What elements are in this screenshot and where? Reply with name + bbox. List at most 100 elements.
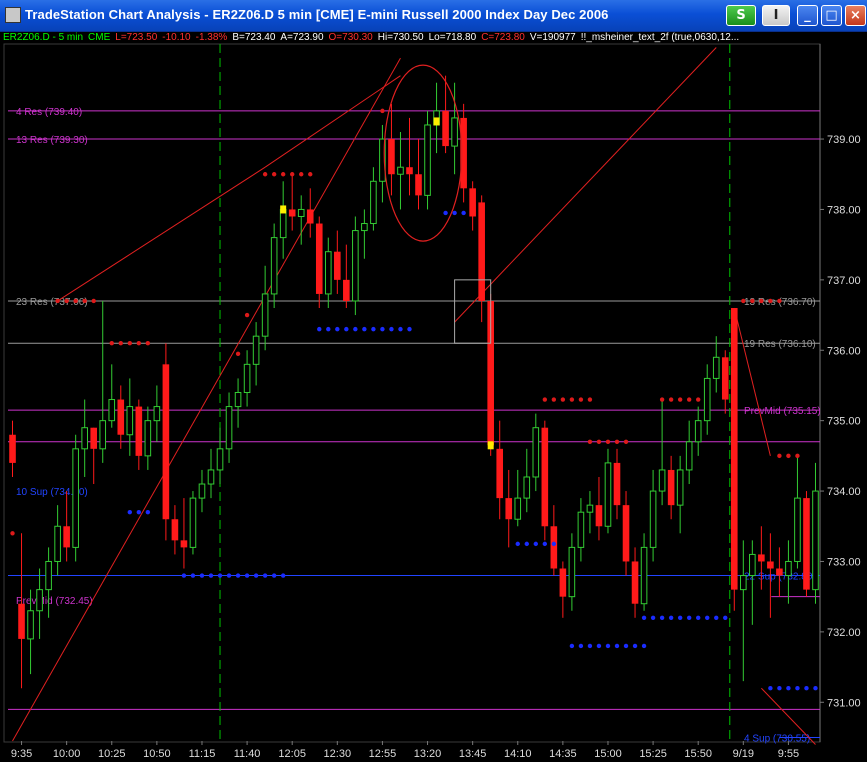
candle-body [361, 223, 368, 232]
candle-body [243, 363, 251, 393]
menu-dropdown-button[interactable]: I [762, 5, 790, 26]
time-tick-label: 13:20 [414, 748, 442, 760]
time-tick-label: 10:25 [98, 748, 126, 760]
resistance-dot [786, 453, 791, 459]
plot-frame [3, 43, 821, 743]
support-dot [280, 573, 286, 578]
support-dot [344, 326, 349, 332]
time-tick-label: 15:00 [594, 748, 622, 760]
candle-body [63, 526, 70, 548]
support-dot [145, 509, 151, 515]
support-dot [217, 573, 223, 578]
support-dot [641, 615, 647, 620]
candle-body [767, 561, 774, 569]
chart-area[interactable]: 4 Res (739.40) 13 Res (739.30) 23 Res (737… [0, 31, 867, 762]
support-dot [632, 643, 638, 649]
candle-body [279, 208, 287, 239]
resistance-dot [64, 298, 69, 304]
resistance-dot [795, 453, 800, 459]
close-button[interactable]: × [845, 5, 866, 26]
ellipse-annotation [383, 64, 463, 242]
candle-body [207, 469, 215, 485]
app-icon[interactable] [5, 7, 21, 23]
candle-body [9, 434, 16, 463]
resistance-dot [127, 341, 132, 346]
time-tick-label: 12:55 [369, 748, 397, 760]
resistance-dot [605, 439, 611, 444]
support-dot [317, 326, 322, 332]
support-dot [542, 541, 548, 547]
candle-body [153, 406, 161, 422]
resistance-dot [73, 298, 78, 304]
time-tick-label: 9:55 [778, 748, 799, 760]
resistance-dot [91, 298, 96, 304]
minimize-button[interactable]: _ [797, 5, 818, 26]
candle-body [559, 568, 567, 597]
resistance-dot [55, 298, 60, 304]
candle-body [261, 293, 269, 337]
support-dot [380, 326, 385, 332]
resistance-dot [299, 172, 304, 177]
price-tick-label: 738.00 [827, 204, 861, 216]
candle-body [324, 251, 332, 295]
support-dot [371, 326, 376, 332]
support-dot [804, 685, 809, 691]
candle-body [469, 188, 476, 217]
status-field: -10.10 [162, 32, 191, 43]
status-field: A=723.90 [280, 32, 324, 43]
candle-body [586, 504, 594, 513]
candle-body [505, 498, 513, 520]
status-field: Lo=718.80 [428, 32, 477, 43]
candle-body [712, 356, 720, 379]
candle-body [721, 357, 729, 400]
candle-body [730, 308, 738, 590]
resistance-dot [244, 312, 250, 318]
price-tick-label: 735.00 [827, 416, 861, 428]
title-bar[interactable]: TradeStation Chart Analysis - ER2Z06.D 5… [0, 0, 867, 32]
candle-body [685, 441, 693, 471]
support-dot [641, 643, 647, 649]
status-field: ER2Z06.D - 5 min [3, 32, 84, 43]
candle-body [90, 427, 98, 449]
resistance-dot [235, 351, 241, 356]
level-label: PrevMid (732.45) [16, 596, 93, 607]
time-tick-label: 12:30 [324, 748, 352, 760]
support-dot [677, 615, 683, 620]
price-chart[interactable]: 4 Res (739.40)13 Res (739.30)23 Res (737… [0, 31, 867, 762]
trendline [57, 166, 266, 302]
candle-body [406, 167, 413, 175]
candle-body [388, 139, 395, 175]
resistance-dot [578, 397, 584, 402]
resistance-dot [677, 397, 683, 402]
candle-body [640, 546, 648, 605]
support-dot [551, 541, 557, 547]
candle-body [198, 483, 206, 499]
candle-body [568, 546, 576, 598]
support-dot [335, 326, 340, 332]
s-button[interactable]: S [726, 5, 756, 26]
support-dot [587, 643, 593, 649]
candle-body [225, 406, 233, 450]
trendline [454, 47, 717, 323]
support-dot [686, 615, 692, 620]
level-label: 4 Res (739.40) [16, 107, 82, 118]
support-dot [623, 643, 629, 649]
support-dot [398, 326, 403, 332]
level-label: 13 Res (739.30) [16, 135, 88, 146]
resistance-dot [560, 397, 566, 402]
support-dot [253, 573, 259, 578]
candle-body [785, 560, 792, 577]
support-dot [723, 615, 728, 620]
candle-body [415, 174, 422, 196]
resistance-dot [686, 397, 692, 402]
candle-body [234, 392, 242, 408]
support-dot [768, 685, 773, 691]
candle-body [532, 427, 540, 478]
candle-body [649, 490, 657, 548]
candle-body [135, 406, 143, 456]
maximize-button[interactable]: □ [821, 5, 842, 26]
candle-body [758, 554, 765, 562]
highlight-marker [487, 441, 494, 450]
status-field: C=723.80 [481, 32, 525, 43]
time-tick-label: 10:50 [143, 748, 171, 760]
